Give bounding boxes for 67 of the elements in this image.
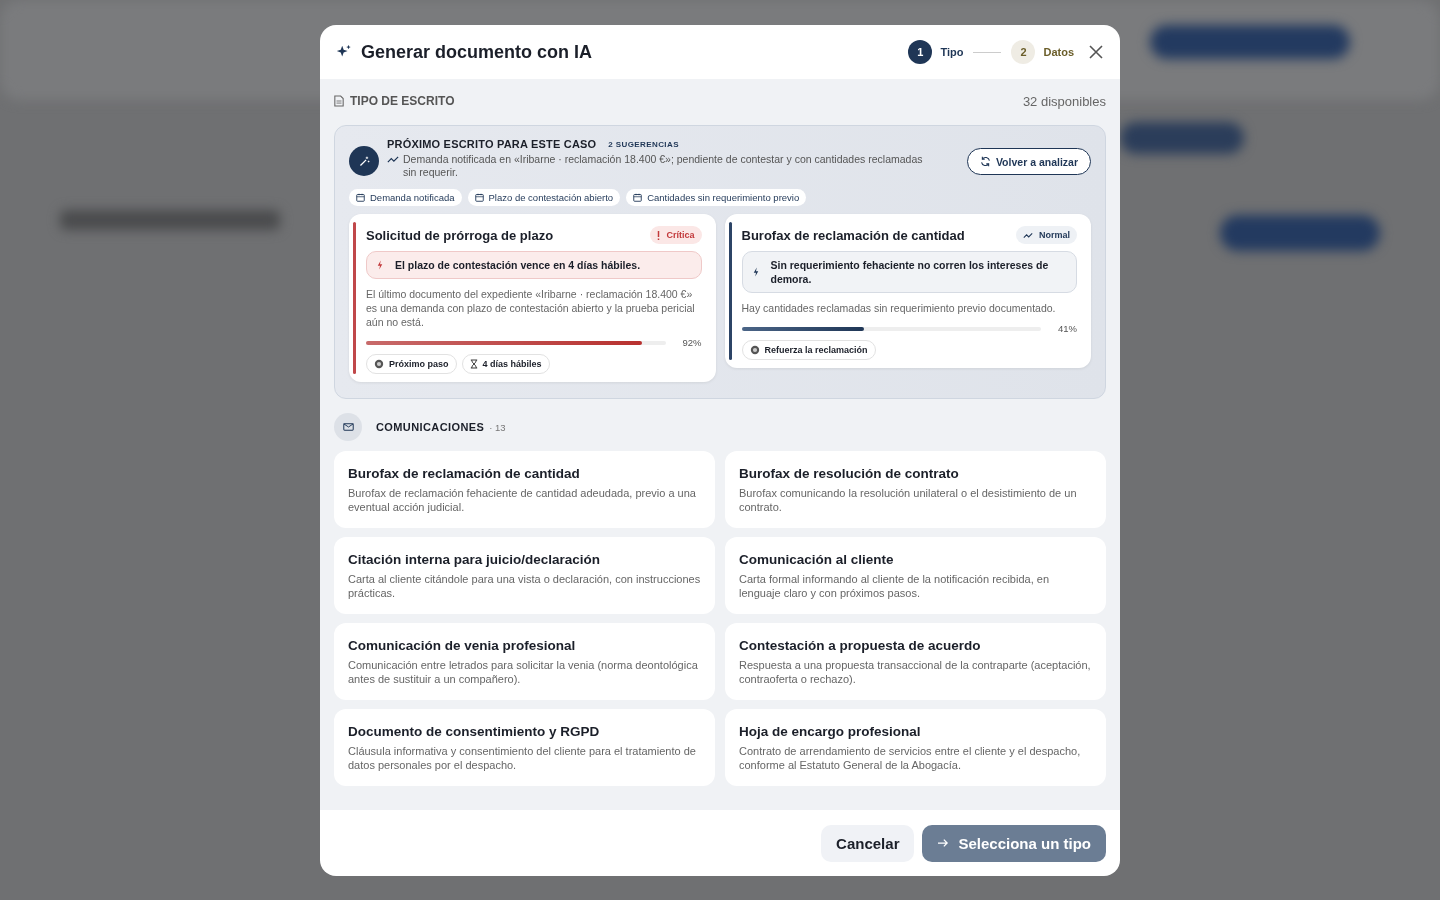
badge-icon (374, 359, 384, 369)
suggestion-count: 2 SUGERENCIAS (608, 139, 679, 149)
template-title: Citación interna para juicio/declaración (348, 552, 602, 567)
template-title: Contestación a propuesta de acuerdo (739, 638, 982, 653)
priority-badge: Crítica (650, 226, 702, 244)
refresh-icon (979, 156, 991, 167)
arrow-icon (937, 838, 950, 848)
suggestion-card[interactable]: Burofax de reclamación de cantidad Normal Sin requerimiento fehaciente no corren los intereses de demora. Hay cantidades reclamadas sin requerimiento previo documentado. 41% Refuerza la reclamación (724, 214, 1091, 368)
template-description: Contrato de arrendamiento de servicios entre el cliente y el despacho, conforme al Estatuto General de la Abogacía. (739, 744, 1082, 772)
available-count: 32 disponibles (1022, 93, 1106, 109)
context-tag: Cantidades sin requerimiento previo (626, 189, 807, 206)
template-description: Burofax comunicando la resolución unilateral o el desistimiento de un contrato. (739, 486, 1078, 514)
template-card[interactable]: Comunicación al cliente Carta formal informando al cliente de la notificación recibida, en lenguaje claro y con próximos pasos. (725, 537, 1106, 614)
cancel-button[interactable]: Cancelar (821, 824, 915, 862)
template-title: Comunicación de venia profesional (348, 638, 577, 653)
category-title: COMUNICACIONES (376, 421, 485, 433)
hourglass-icon (469, 359, 478, 369)
case-summary: Demanda notificada en «Iribarne · reclamación 18.400 €»; pendiente de contestar y con cantidades reclamadas sin requerir. (403, 153, 924, 179)
priority-badge: Normal (1016, 226, 1077, 244)
step-tab[interactable]: 1 Tipo (908, 40, 964, 64)
template-description: Carta formal informando al cliente de la notificación recibida, en lenguaje claro y con próximos pasos. (739, 572, 1050, 600)
template-description: Comunicación entre letrados para solicitar la venia (norma deontológica antes de sustituir a un compañero). (348, 658, 699, 686)
template-title: Hoja de encargo profesional (739, 724, 922, 739)
section-title: TIPO DE ESCRITO (350, 94, 455, 108)
suggestion-description: Hay cantidades reclamadas sin requerimiento previo documentado. (741, 301, 1057, 315)
context-tag: Demanda notificada (349, 189, 462, 206)
suggestion-card[interactable] (349, 214, 716, 382)
badge-icon (749, 345, 760, 355)
step-tab[interactable]: 2 Datos (1011, 40, 1074, 64)
trend-icon (1023, 231, 1033, 239)
template-card[interactable]: Hoja de encargo profesional Contrato de arrendamiento de servicios entre el cliente y el despacho, conforme al Estatuto General de la Abogacía. (725, 709, 1106, 786)
magic-wand-icon (349, 146, 379, 176)
confidence-value: 92% (681, 337, 702, 348)
template-card[interactable]: Burofax de reclamación de cantidad Burofax de reclamación fehaciente de cantidad adeudada, previo a una eventual acción judicial. (334, 451, 715, 528)
suggestions-title: PRÓXIMO ESCRITO PARA ESTE CASO (387, 138, 597, 150)
confidence-value: 41% (1057, 323, 1077, 334)
template-description: Cláusula informativa y consentimiento del cliente para el tratamiento de datos personales por el despacho. (348, 744, 697, 772)
alert-box: El plazo de contestación vence en 4 días hábiles. (366, 251, 702, 279)
suggestion-title: Burofax de reclamación de cantidad (741, 227, 965, 243)
context-tag: Plazo de contestación abierto (467, 189, 621, 206)
lightning-icon (377, 260, 383, 270)
template-card[interactable]: Burofax de resolución de contrato Burofax comunicando la resolución unilateral o el desistimiento de un contrato. (725, 451, 1106, 528)
template-title: Comunicación al cliente (739, 552, 895, 567)
template-description: Respuesta a una propuesta transaccional de la contraparte (aceptación, contraoferta o rechazo). (739, 658, 1092, 686)
suggestion-title: Solicitud de prórroga de plazo (366, 227, 554, 243)
template-card[interactable]: Documento de consentimiento y RGPD Cláusula informativa y consentimiento del cliente para el tratamiento de datos personales por el despacho. (334, 709, 715, 786)
alert-box: Sin requerimiento fehaciente no corren los intereses de demora. (741, 251, 1077, 293)
suggestion-description: El último documento del expediente «Iribarne · reclamación 18.400 €» es una demanda con plazo de contestación abierto y la prueba pericial aún no está. (366, 287, 696, 329)
template-card[interactable]: Comunicación de venia profesional Comunicación entre letrados para solicitar la venia (norma deontológica antes de sustituir a un compañero). (334, 623, 715, 700)
reanalyze-button[interactable]: Volver a analizar (966, 148, 1091, 175)
calendar-icon (356, 193, 365, 202)
template-title: Burofax de resolución de contrato (739, 466, 960, 481)
calendar-icon (474, 193, 484, 202)
exclamation-icon (657, 230, 661, 240)
template-card[interactable]: Contestación a propuesta de acuerdo Respuesta a una propuesta transaccional de la contraparte (aceptación, contraoferta o rechazo). (725, 623, 1106, 700)
template-title: Documento de consentimiento y RGPD (348, 724, 601, 739)
calendar-icon (633, 193, 643, 202)
template-card[interactable]: Citación interna para juicio/declaración Carta al cliente citándole para una vista o declaración, con instrucciones prácticas. (334, 537, 715, 614)
category-count: · 13 (489, 421, 506, 433)
template-title: Burofax de reclamación de cantidad (348, 466, 581, 481)
dialog-title: Generar documento con IA (361, 41, 593, 63)
lightning-icon (752, 267, 759, 277)
document-icon (334, 95, 344, 107)
template-description: Burofax de reclamación fehaciente de cantidad adeudada, previo a una eventual acción judicial. (348, 486, 697, 514)
mail-icon (334, 413, 362, 441)
template-description: Carta al cliente citándole para una vista o declaración, con instrucciones prácticas. (348, 572, 701, 600)
trend-icon (387, 155, 399, 164)
